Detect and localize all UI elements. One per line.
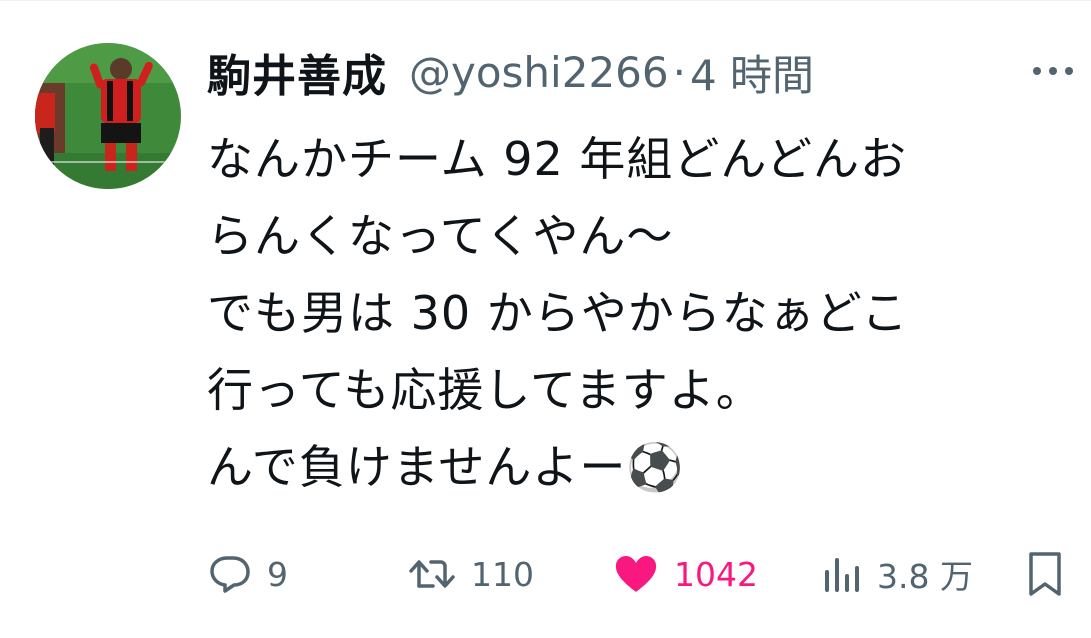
like-count: 1042 — [674, 554, 758, 594]
tweet-timestamp[interactable]: 4 時間 — [690, 42, 814, 103]
tweet-card[interactable]: 駒井善成 @yoshi2266 · 4 時間 なんかチーム 92 年組どんどんお… — [0, 0, 1091, 638]
reply-count: 9 — [267, 554, 288, 594]
header-separator: · — [672, 47, 686, 97]
reply-button[interactable]: 9 — [207, 546, 288, 602]
tweet-text-line: なんかチーム 92 年組どんどんお — [207, 132, 908, 186]
like-button[interactable]: 1042 — [612, 546, 758, 602]
bookmark-button[interactable] — [1025, 546, 1065, 602]
tweet-header: 駒井善成 @yoshi2266 · 4 時間 — [207, 39, 1071, 105]
tweet-text: なんかチーム 92 年組どんどんお らんくなってくやん〜 でも男は 30 からや… — [207, 121, 1077, 506]
views-count: 3.8 万 — [877, 557, 973, 596]
tweet-text-line: んで負けませんよー⚽️ — [207, 440, 685, 494]
tweet-text-line: 行っても応援してますよ。 — [207, 363, 763, 417]
retweet-icon — [409, 560, 455, 588]
avatar[interactable] — [35, 43, 181, 189]
avatar-image — [35, 43, 181, 189]
more-options-button[interactable] — [1029, 51, 1077, 91]
tweet-action-bar: 9 110 1042 3.8 万 — [207, 546, 1071, 602]
retweet-button[interactable]: 110 — [407, 546, 534, 602]
more-dots-icon — [1033, 67, 1073, 75]
reply-bubble-icon — [210, 556, 250, 593]
retweet-count: 110 — [471, 554, 534, 594]
tweet-text-line: らんくなってくやん〜 — [207, 209, 674, 263]
author-display-name[interactable]: 駒井善成 — [207, 40, 387, 104]
heart-icon — [615, 556, 657, 592]
bookmark-icon — [1029, 552, 1061, 596]
tweet-text-line: でも男は 30 からやからなぁどこ — [207, 286, 909, 340]
views-bar-chart-icon — [825, 558, 859, 592]
views-button[interactable]: 3.8 万 — [819, 546, 973, 602]
author-handle[interactable]: @yoshi2266 — [409, 48, 669, 97]
